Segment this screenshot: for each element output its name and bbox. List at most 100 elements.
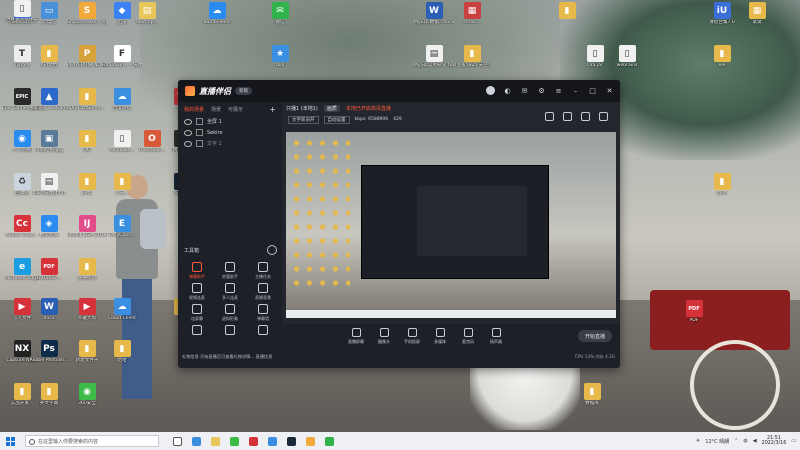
visibility-eye-icon[interactable] [184,140,192,147]
weather-text[interactable]: 12°C 晴朗 [705,438,729,445]
tray-chevron-icon[interactable]: ⌃ [734,438,738,444]
desktop-icon[interactable]: Ps Adobe Photosh... [29,340,69,364]
lock-icon[interactable] [196,129,203,136]
tab-display[interactable]: 可展示 [228,106,243,113]
screenshot-icon[interactable] [563,112,572,121]
desktop-icon[interactable]: ◉ 360安全 [67,383,107,407]
volume-icon[interactable]: ◀ [753,438,757,444]
tool-button[interactable]: 直播背景 [248,283,278,301]
close-icon[interactable]: ✕ [605,86,614,95]
desktop-icon[interactable]: E EasyConn... [102,215,142,239]
notification-icon[interactable] [599,112,608,121]
taskbar-app-icon[interactable] [325,436,334,446]
desktop-icon[interactable]: ▮ 重要练习 [67,258,107,282]
start-live-button[interactable]: 开始直播 [578,330,612,342]
desktop-icon[interactable]: ▦ 试试 [737,2,777,26]
desktop-icon[interactable]: ▮ 哈哈 [102,340,142,364]
taskbar-app-icon[interactable] [230,436,239,446]
tool-button[interactable]: 主播任务 [248,262,278,280]
tool-button[interactable]: 弹幕助手 [182,262,212,280]
source-control-button[interactable]: 多媒体 [426,328,454,368]
desktop-icon[interactable]: ▮ java [702,173,742,197]
desktop-icon[interactable]: ▮ API文档 [29,45,69,69]
lock-icon[interactable] [196,140,203,147]
tool-button[interactable]: 虚拟形象 [215,304,245,322]
visibility-eye-icon[interactable] [184,118,192,125]
desktop-icon[interactable]: ▮ QQ [67,130,107,154]
tool-button[interactable]: 连屏幕 [182,304,212,322]
tool-button[interactable]: 弹幕墙 [248,304,278,322]
quality-pill[interactable]: 画质 [323,104,340,112]
clock[interactable]: 21:51 2022/3/16 [762,436,787,447]
desktop-icon[interactable]: ▮ ele [702,45,742,69]
scene-item[interactable]: Sekiro [178,127,282,138]
taskbar-app-icon[interactable] [306,436,315,446]
tool-button[interactable] [215,325,245,337]
desktop-icon[interactable]: iU 课程合集7.0 [702,2,742,26]
desktop-icon[interactable]: IJIntelliJ IDEA 2018.2.6 [67,215,107,239]
scene-item[interactable]: 文字 1 [178,138,282,149]
source-control-button[interactable]: 麦克风 [454,328,482,368]
add-scene-button[interactable]: + [269,105,276,114]
toolbox-settings-icon[interactable] [267,245,277,255]
desktop-icon[interactable]: PPLAYERUNKNOWN'S BATTLEGR... [67,45,107,69]
desktop-icon[interactable]: ▤ devtmp... [127,2,167,26]
share-icon[interactable] [581,112,590,121]
desktop-icon[interactable]: FFanCowin... - 快捷方式 [102,45,142,69]
skin-icon[interactable]: ◐ [503,86,512,95]
desktop-icon[interactable]: ▶ 不破大坝 [67,298,107,322]
desktop-icon[interactable]: W MySQL数据...docx [414,2,454,26]
message-icon[interactable]: ✉ [520,86,529,95]
weather-icon[interactable]: ☀ [696,438,700,444]
desktop-icon[interactable]: ★ tool [260,45,300,69]
app-title-bar[interactable]: 直播伴侣 新版 ◐ ✉ ⚙ ≡ – □ ✕ [178,80,620,102]
source-control-button[interactable]: 摄像头 [370,328,398,368]
desktop-icon[interactable]: ▯ 曾经我大文件夹 [2,0,42,24]
taskbar-app-icon[interactable] [249,436,258,446]
desktop-icon[interactable]: SSnipaste.exe - 快捷方式 [67,2,107,26]
tool-button[interactable]: 多人连麦 [215,283,245,301]
taskbar-app-icon[interactable] [268,436,277,446]
desktop-icon[interactable]: ☁ 百度网盘 [102,88,142,112]
desktop-icon[interactable]: ▮ 数据库 [572,383,612,407]
desktop-icon[interactable]: ✉ 微信 [260,2,300,26]
desktop-icon[interactable]: ▦ redis... [452,2,492,26]
taskbar-search-input[interactable]: 在这里输入你要搜索的内容 [25,435,159,447]
desktop-icon[interactable]: ▮ 人员... [102,173,142,197]
tool-button[interactable] [182,325,212,337]
settings-icon[interactable]: ⚙ [537,86,546,95]
desktop-icon[interactable]: ▮就业班5825 天空可计入 [452,45,492,69]
notification-center-icon[interactable]: ▭ [791,438,796,444]
start-menu-button[interactable] [6,436,15,446]
source-control-button[interactable]: 手机投屏 [398,328,426,368]
tab-my-scenes[interactable]: 我的场景 [184,106,204,113]
desktop-icon[interactable]: Wdocx [29,298,69,322]
source-control-button[interactable]: 扬声器 [482,328,510,368]
desktop-icon[interactable]: ▤ MySql常用命令.txt [414,45,454,69]
minimize-icon[interactable]: – [571,86,580,95]
desktop-icon[interactable]: ▤ IDEA快捷键.txt [29,173,69,197]
desktop-icon[interactable]: PDF FAQ5687... [29,258,69,282]
lock-layout-icon[interactable] [545,112,554,121]
text-toggle-button[interactable]: 文字新旧开 [288,115,319,124]
menu-icon[interactable]: ≡ [554,86,563,95]
taskbar-app-icon[interactable] [192,436,201,446]
desktop-icon[interactable]: ▮ [547,2,587,20]
network-icon[interactable]: ◍ [743,438,747,444]
desktop-icon[interactable]: ▯ webrains [607,45,647,69]
live-preview-canvas[interactable] [286,132,616,318]
visibility-eye-icon[interactable] [184,129,192,136]
desktop-icon[interactable]: ☁ Bambi-level [197,2,237,26]
desktop-icon[interactable]: ☁ Cloud Client [102,298,142,322]
taskbar-app-icon[interactable] [211,436,220,446]
lock-icon[interactable] [196,118,203,125]
tool-button[interactable]: 视频连麦 [182,283,212,301]
desktop-icon[interactable]: ◈ 模拟利器 [29,215,69,239]
maximize-icon[interactable]: □ [588,86,597,95]
desktop-icon[interactable]: ▲独家设置 WeGame版 [29,88,69,112]
tool-button[interactable] [248,325,278,337]
scene-item[interactable]: 全屏 1 [178,116,282,127]
desktop-icon[interactable]: ▮ 英文字典 [29,383,69,407]
tool-button[interactable]: 房管助手 [215,262,245,280]
taskbar-app-icon[interactable] [287,436,296,446]
